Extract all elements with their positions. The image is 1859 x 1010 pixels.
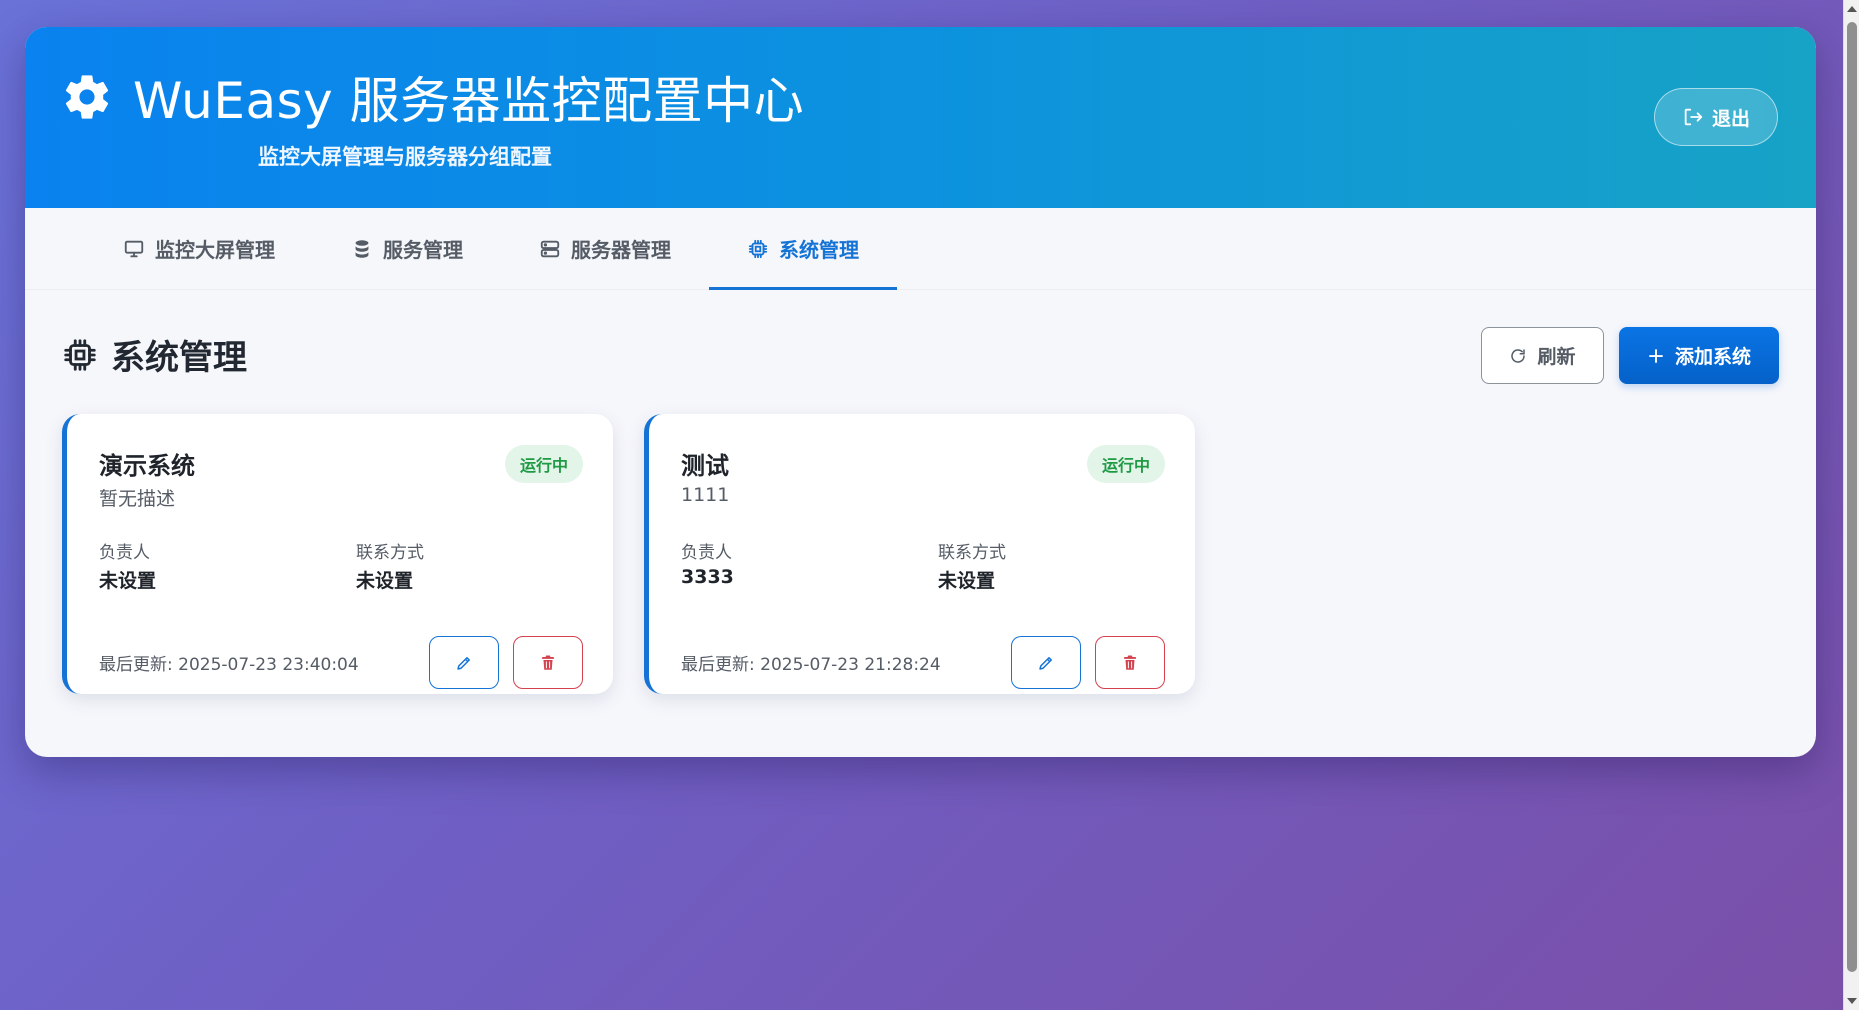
logout-icon <box>1684 108 1703 126</box>
delete-button[interactable] <box>1095 636 1165 689</box>
section-header: 系统管理 <box>61 330 247 379</box>
system-description: 1111 <box>681 484 730 506</box>
owner-value: 未设置 <box>99 570 157 592</box>
pencil-icon <box>1039 656 1052 670</box>
add-system-button[interactable]: 添加系统 <box>1619 327 1779 384</box>
page-header: WuEasy 服务器监控配置中心 监控大屏管理与服务器分组配置 退出 <box>25 27 1816 208</box>
cpu-icon <box>748 239 768 258</box>
server-icon <box>540 240 560 257</box>
tab-monitor-screen[interactable]: 监控大屏管理 <box>85 208 313 289</box>
owner-label: 负责人 <box>99 543 150 563</box>
system-name: 测试 <box>681 452 729 480</box>
owner-label: 负责人 <box>681 543 732 563</box>
tab-system[interactable]: 系统管理 <box>709 208 897 290</box>
page-scrollbar[interactable] <box>1843 0 1859 1010</box>
system-card: 演示系统 暂无描述 运行中 负责人 联系方式 未设置 未设置 最后更新: 202… <box>62 414 613 694</box>
contact-value: 未设置 <box>938 570 996 592</box>
add-system-label: 添加系统 <box>1674 346 1751 368</box>
tab-label: 服务器管理 <box>571 238 671 262</box>
delete-button[interactable] <box>513 636 583 689</box>
page-title: WuEasy 服务器监控配置中心 <box>133 72 805 130</box>
owner-value: 3333 <box>681 566 734 588</box>
system-name: 演示系统 <box>99 452 195 480</box>
refresh-button[interactable]: 刷新 <box>1481 327 1604 384</box>
tab-label: 服务管理 <box>383 238 463 262</box>
tab-label: 系统管理 <box>779 238 859 262</box>
last-updated: 最后更新: 2025-07-23 23:40:04 <box>99 655 359 675</box>
scroll-down-arrow[interactable] <box>1847 998 1857 1004</box>
page-subtitle: 监控大屏管理与服务器分组配置 <box>258 145 552 169</box>
refresh-icon <box>1511 348 1526 363</box>
scroll-up-arrow[interactable] <box>1847 6 1857 12</box>
database-icon <box>355 239 369 258</box>
tab-label: 监控大屏管理 <box>155 238 275 262</box>
pencil-icon <box>457 656 470 670</box>
monitor-icon <box>124 240 144 257</box>
last-updated: 最后更新: 2025-07-23 21:28:24 <box>681 655 941 675</box>
edit-button[interactable] <box>429 636 499 689</box>
gear-icon <box>65 75 109 119</box>
trash-icon <box>1124 655 1136 670</box>
tab-service[interactable]: 服务管理 <box>313 208 501 289</box>
logout-button[interactable]: 退出 <box>1654 88 1778 146</box>
refresh-label: 刷新 <box>1537 346 1576 368</box>
system-description: 暂无描述 <box>99 488 176 510</box>
status-badge: 运行中 <box>504 445 583 483</box>
tab-bar: 监控大屏管理 服务管理 服务器管理 系统管理 <box>25 208 1816 290</box>
logout-label: 退出 <box>1711 107 1750 130</box>
cpu-icon <box>64 338 96 371</box>
tab-server[interactable]: 服务器管理 <box>501 208 709 289</box>
section-title: 系统管理 <box>111 338 247 378</box>
contact-label: 联系方式 <box>356 543 424 563</box>
contact-value: 未设置 <box>356 570 414 592</box>
header-title-row: WuEasy 服务器监控配置中心 <box>61 61 804 133</box>
system-card: 测试 1111 运行中 负责人 联系方式 3333 未设置 最后更新: 2025… <box>644 414 1195 694</box>
edit-button[interactable] <box>1011 636 1081 689</box>
contact-label: 联系方式 <box>938 543 1006 563</box>
scrollbar-thumb[interactable] <box>1847 22 1857 972</box>
status-badge: 运行中 <box>1086 445 1165 483</box>
trash-icon <box>542 655 554 670</box>
plus-icon <box>1649 348 1663 363</box>
